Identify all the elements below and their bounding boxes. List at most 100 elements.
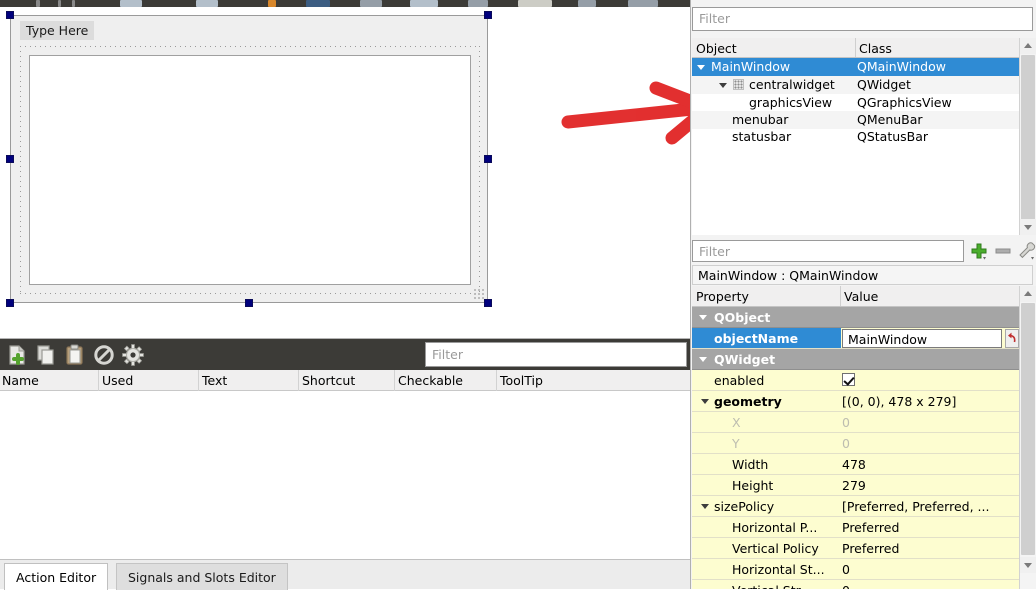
scroll-up-button[interactable] bbox=[1020, 38, 1036, 54]
property-name: Y bbox=[732, 436, 740, 451]
remove-icon[interactable] bbox=[993, 241, 1013, 261]
toolbar-icon[interactable] bbox=[518, 0, 552, 7]
property-row-objectname[interactable]: objectName MainWindow bbox=[692, 328, 1019, 349]
property-object-title-label: MainWindow : QMainWindow bbox=[698, 268, 879, 283]
property-row-vertical-policy[interactable]: Vertical Policy Preferred bbox=[692, 538, 1019, 559]
selection-handle-bottom-right[interactable] bbox=[484, 299, 492, 307]
action-filter-input[interactable]: Filter bbox=[425, 342, 687, 367]
objectname-input[interactable]: MainWindow bbox=[842, 329, 1002, 348]
form-graphics-view[interactable] bbox=[29, 55, 471, 285]
enabled-checkbox[interactable] bbox=[842, 373, 855, 386]
property-name: enabled bbox=[714, 373, 765, 388]
column-divider[interactable] bbox=[198, 370, 199, 391]
column-header-property[interactable]: Property bbox=[696, 289, 749, 304]
copy-icon[interactable] bbox=[35, 344, 57, 366]
object-filter-input[interactable]: Filter bbox=[692, 7, 1033, 31]
selection-handle-middle-right[interactable] bbox=[484, 155, 492, 163]
expander-down-icon[interactable] bbox=[699, 315, 707, 320]
expander-down-icon[interactable] bbox=[719, 83, 727, 88]
property-row-enabled[interactable]: enabled bbox=[692, 370, 1019, 391]
property-row-height[interactable]: Height 279 bbox=[692, 475, 1019, 496]
object-inspector-tree[interactable]: MainWindow QMainWindow centralwidget QWi… bbox=[692, 58, 1019, 235]
column-header-name[interactable]: Name bbox=[2, 373, 39, 388]
tree-row-graphicsview[interactable]: graphicsView QGraphicsView bbox=[692, 94, 1019, 112]
property-row-horizontal-policy[interactable]: Horizontal P... Preferred bbox=[692, 517, 1019, 538]
selection-handle-bottom-left[interactable] bbox=[6, 299, 14, 307]
action-table-body[interactable] bbox=[0, 391, 690, 558]
tree-row-mainwindow[interactable]: MainWindow QMainWindow bbox=[692, 58, 1019, 76]
toolbar-icon[interactable] bbox=[578, 0, 596, 7]
column-header-checkable[interactable]: Checkable bbox=[398, 373, 463, 388]
property-value: 0 bbox=[842, 562, 850, 577]
edit-action-icon[interactable] bbox=[122, 344, 144, 366]
property-group-qwidget[interactable]: QWidget bbox=[692, 349, 1019, 370]
selection-handle-middle-left[interactable] bbox=[6, 155, 14, 163]
toolbar-icon[interactable] bbox=[36, 0, 40, 7]
property-row-y[interactable]: Y 0 bbox=[692, 433, 1019, 454]
column-header-shortcut[interactable]: Shortcut bbox=[302, 373, 355, 388]
tree-row-centralwidget[interactable]: centralwidget QWidget bbox=[692, 76, 1019, 94]
property-row-geometry[interactable]: geometry [(0, 0), 478 x 279] bbox=[692, 391, 1019, 412]
column-header-object[interactable]: Object bbox=[696, 41, 737, 56]
column-header-text[interactable]: Text bbox=[202, 373, 227, 388]
toolbar-icon[interactable] bbox=[120, 0, 142, 7]
scroll-up-button[interactable] bbox=[1020, 286, 1036, 302]
property-filter-input[interactable]: Filter bbox=[692, 240, 964, 262]
column-divider[interactable] bbox=[855, 38, 856, 57]
toolbar-icon[interactable] bbox=[628, 0, 658, 7]
property-table-scrollbar[interactable] bbox=[1019, 286, 1036, 589]
toolbar-icon[interactable] bbox=[410, 0, 438, 7]
property-row-sizepolicy[interactable]: sizePolicy [Preferred, Preferred, ... bbox=[692, 496, 1019, 517]
column-header-used[interactable]: Used bbox=[102, 373, 133, 388]
form-canvas[interactable]: Type Here bbox=[0, 7, 690, 338]
chevron-down-icon bbox=[1024, 563, 1032, 568]
column-header-value[interactable]: Value bbox=[844, 289, 878, 304]
tab-action-editor[interactable]: Action Editor bbox=[4, 563, 109, 590]
tab-signals-and-slots-editor[interactable]: Signals and Slots Editor bbox=[116, 563, 288, 590]
toolbar-icon[interactable] bbox=[58, 0, 61, 7]
revert-property-button[interactable] bbox=[1005, 329, 1019, 348]
selection-handle-top-right[interactable] bbox=[484, 11, 492, 19]
scroll-down-button[interactable] bbox=[1020, 557, 1036, 573]
property-row-width[interactable]: Width 478 bbox=[692, 454, 1019, 475]
add-icon[interactable] bbox=[969, 241, 989, 261]
column-divider[interactable] bbox=[98, 370, 99, 391]
column-divider[interactable] bbox=[840, 286, 841, 306]
column-divider[interactable] bbox=[496, 370, 497, 391]
object-tree-scrollbar[interactable] bbox=[1019, 38, 1036, 235]
form-menubar[interactable]: Type Here bbox=[12, 17, 486, 41]
expander-down-icon[interactable] bbox=[701, 399, 709, 404]
scrollbar-thumb[interactable] bbox=[1021, 303, 1035, 555]
expander-down-icon[interactable] bbox=[699, 357, 707, 362]
toolbar-icon[interactable] bbox=[468, 0, 488, 7]
property-row-x[interactable]: X 0 bbox=[692, 412, 1019, 433]
toolbar-icon[interactable] bbox=[72, 0, 75, 7]
toolbar-icon[interactable] bbox=[360, 0, 382, 7]
toolbar-icon[interactable] bbox=[306, 0, 330, 7]
menubar-type-here-placeholder[interactable]: Type Here bbox=[20, 21, 95, 40]
new-action-icon[interactable] bbox=[6, 344, 28, 366]
resize-grip[interactable] bbox=[473, 288, 484, 299]
tree-row-statusbar[interactable]: statusbar QStatusBar bbox=[692, 128, 1019, 146]
property-row-vertical-stretch[interactable]: Vertical Str... 0 bbox=[692, 580, 1019, 589]
tree-row-menubar[interactable]: menubar QMenuBar bbox=[692, 111, 1019, 129]
expander-down-icon[interactable] bbox=[701, 504, 709, 509]
paste-icon[interactable] bbox=[64, 344, 86, 366]
configure-icon[interactable] bbox=[1017, 241, 1036, 261]
toolbar-icon[interactable] bbox=[196, 0, 218, 7]
expander-down-icon[interactable] bbox=[697, 65, 705, 70]
toolbar-icon[interactable] bbox=[268, 0, 276, 7]
form-window-mainwindow[interactable]: Type Here bbox=[10, 15, 488, 303]
column-divider[interactable] bbox=[394, 370, 395, 391]
property-row-horizontal-stretch[interactable]: Horizontal St... 0 bbox=[692, 559, 1019, 580]
delete-icon[interactable] bbox=[93, 344, 115, 366]
property-group-qobject[interactable]: QObject bbox=[692, 307, 1019, 328]
scrollbar-thumb[interactable] bbox=[1021, 55, 1035, 231]
column-divider[interactable] bbox=[298, 370, 299, 391]
selection-handle-top-left[interactable] bbox=[6, 11, 14, 19]
selection-handle-bottom-center[interactable] bbox=[245, 299, 253, 307]
property-editor-table[interactable]: QObject objectName MainWindow QWidget en… bbox=[692, 307, 1019, 589]
column-header-tooltip[interactable]: ToolTip bbox=[500, 373, 543, 388]
scroll-down-button[interactable] bbox=[1020, 219, 1036, 235]
column-header-class[interactable]: Class bbox=[859, 41, 892, 56]
